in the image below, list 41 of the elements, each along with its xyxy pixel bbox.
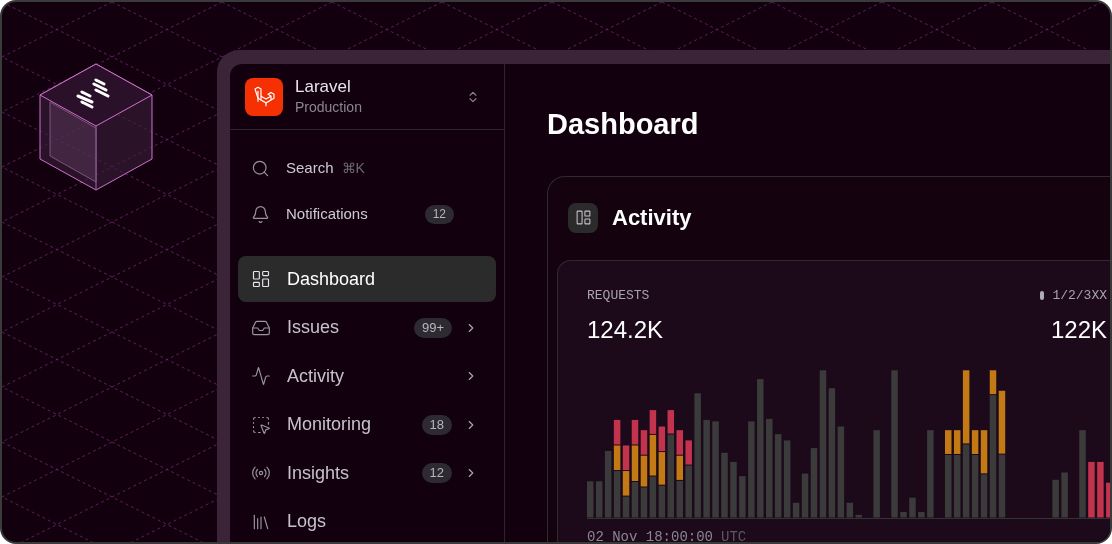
legend-label: 1/2/3XX (1052, 287, 1107, 305)
team-name: Laravel (295, 76, 352, 97)
environment-name: Production (295, 97, 363, 117)
stacked-bar (721, 452, 728, 517)
stacked-bar (1106, 482, 1110, 517)
stacked-bar (730, 461, 737, 517)
stacked-bar (909, 497, 916, 517)
nav-item[interactable]: Issues 99+ (238, 304, 496, 351)
pulse-icon (251, 366, 271, 386)
nav-item[interactable]: Monitoring 18 (238, 401, 496, 448)
stacked-bar (900, 511, 907, 517)
cursor-square-icon (251, 414, 271, 435)
stacked-bar (1061, 472, 1068, 517)
stacked-bar (1088, 461, 1095, 517)
laravel-logo-icon (245, 77, 283, 116)
page-title: Dashboard (547, 107, 700, 142)
search-icon (251, 158, 270, 178)
count-badge: 99+ (413, 317, 452, 338)
dashboard-icon (251, 269, 271, 289)
count-badge: 12 (424, 204, 454, 224)
nav-item[interactable]: Logs (238, 498, 496, 542)
timestamp: 02 Nov 18:00:00 (587, 527, 714, 542)
stacked-bar (1097, 461, 1104, 517)
nav-item[interactable]: Dashboard (238, 256, 496, 302)
search-button[interactable]: Search ⌘K (238, 146, 496, 190)
metric-label: REQUESTS (587, 287, 651, 305)
card-title: Activity (612, 204, 692, 232)
timezone-label: UTC (721, 527, 747, 542)
notifications-button[interactable]: Notifications 12 (238, 192, 496, 236)
count-badge: 12 (421, 463, 452, 483)
legend-value: 122K (1050, 314, 1107, 345)
panel-icon (568, 202, 598, 233)
count-badge: 18 (421, 414, 452, 435)
keyboard-shortcut: ⌘K (341, 158, 365, 178)
stacked-bar (1052, 479, 1059, 517)
metric-value: 124.2K (587, 314, 664, 345)
stacked-bar (739, 475, 746, 517)
nav-item[interactable]: Activity (238, 353, 496, 399)
bell-icon (251, 204, 270, 224)
stacked-bar (918, 511, 925, 517)
nav-item[interactable]: Insights 12 (238, 450, 496, 496)
